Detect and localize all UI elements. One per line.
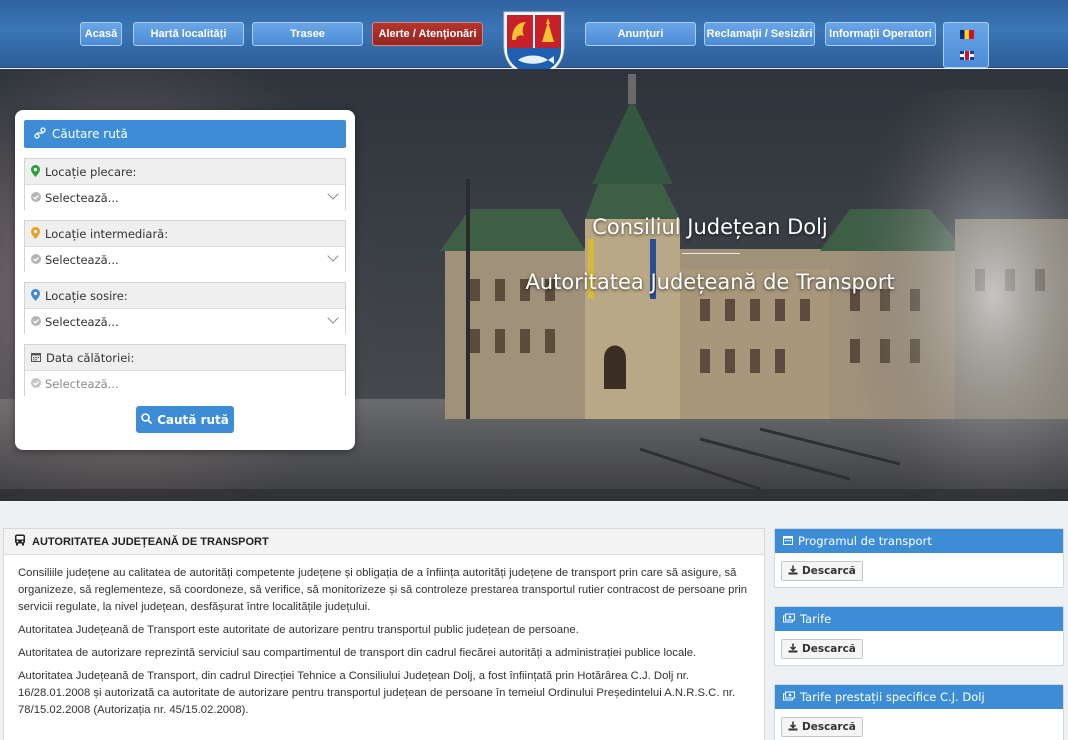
travel-date-label: Data călătoriei: xyxy=(46,350,135,365)
intermediate-value: Selectează... xyxy=(45,252,119,267)
download-tariffs-label: Descarcă xyxy=(802,643,856,655)
main-info-header: AUTORITATEA JUDEȚEANĂ DE TRANSPORT xyxy=(4,529,764,555)
info-paragraph: Autoritatea de autorizare reprezintă ser… xyxy=(18,647,697,659)
specific-tariffs-header: Tarife prestații specifice C.J. Dolj xyxy=(775,685,1063,709)
travel-date-label-row: Data călătoriei: xyxy=(25,345,345,371)
check-circle-icon xyxy=(31,315,41,328)
search-route-label: Caută rută xyxy=(157,412,229,427)
nav-alerte[interactable]: Alerte / Atenționări xyxy=(372,22,483,46)
info-paragraph: Autoritatea Județeană de Transport, din … xyxy=(18,670,736,716)
info-paragraph: Consiliile județene au calitatea de auto… xyxy=(18,567,748,613)
check-circle-icon xyxy=(31,253,41,266)
travel-date-value: Selectează... xyxy=(45,376,119,391)
calendar-icon xyxy=(783,535,793,547)
download-tariffs-button[interactable]: Descarcă xyxy=(781,639,863,659)
bus-icon xyxy=(14,534,26,549)
intermediate-field: Locație intermediară: Selectează... xyxy=(24,220,346,272)
main-info-title: AUTORITATEA JUDEȚEANĂ DE TRANSPORT xyxy=(32,535,269,548)
specific-tariffs-panel: Tarife prestații specifice C.J. Dolj Des… xyxy=(774,684,1064,740)
route-search-header: Căutare rută xyxy=(24,120,346,148)
main-info-body: Consiliile județene au calitatea de auto… xyxy=(4,555,764,735)
download-schedule-button[interactable]: Descarcă xyxy=(781,561,863,581)
main-info-panel: AUTORITATEA JUDEȚEANĂ DE TRANSPORT Consi… xyxy=(3,528,765,740)
hero-divider xyxy=(682,253,740,254)
intermediate-select[interactable]: Selectează... xyxy=(25,247,345,272)
tariffs-title: Tarife xyxy=(800,612,832,626)
romanian-flag-icon[interactable] xyxy=(960,30,974,39)
map-marker-yellow-icon xyxy=(31,226,40,241)
download-schedule-label: Descarcă xyxy=(802,565,856,577)
arrival-select[interactable]: Selectează... xyxy=(25,309,345,334)
nav-anunturi[interactable]: Anunțuri xyxy=(585,22,696,46)
map-marker-blue-icon xyxy=(31,288,40,303)
download-icon xyxy=(788,721,798,733)
transport-schedule-header: Programul de transport xyxy=(775,529,1063,553)
tariffs-panel: Tarife Descarcă xyxy=(774,606,1064,666)
intermediate-label: Locație intermediară: xyxy=(45,226,169,241)
nav-informatii-operatori[interactable]: Informații Operatori xyxy=(825,22,936,46)
departure-field: Locație plecare: Selectează... xyxy=(24,158,346,210)
specific-tariffs-title: Tarife prestații specifice C.J. Dolj xyxy=(800,690,985,704)
hero-subtitle: Autoritatea Județeană de Transport xyxy=(525,270,895,294)
chevron-down-icon xyxy=(327,188,339,200)
route-search-title: Căutare rută xyxy=(52,127,128,141)
nav-acasa[interactable]: Acasă xyxy=(80,22,122,46)
transport-schedule-panel: Programul de transport Descarcă xyxy=(774,528,1064,588)
download-icon xyxy=(788,643,798,655)
english-flag-icon[interactable] xyxy=(960,51,974,60)
intermediate-label-row: Locație intermediară: xyxy=(25,221,345,247)
download-specific-tariffs-label: Descarcă xyxy=(802,721,856,733)
calendar-icon xyxy=(31,352,41,364)
route-search-card: Căutare rută Locație plecare: Selectează… xyxy=(15,110,355,450)
nav-reclamatii[interactable]: Reclamații / Sesizări xyxy=(704,22,815,46)
travel-date-input[interactable]: Selectează... xyxy=(25,371,345,396)
chevron-down-icon xyxy=(327,312,339,324)
departure-value: Selectează... xyxy=(45,190,119,205)
arrival-label-row: Locație sosire: xyxy=(25,283,345,309)
nav-harta-localitati[interactable]: Hartă localități xyxy=(133,22,244,46)
nav-trasee[interactable]: Trasee xyxy=(252,22,363,46)
tariffs-header: Tarife xyxy=(775,607,1063,631)
money-icon xyxy=(783,691,795,703)
hero-title: Consiliul Județean Dolj xyxy=(592,215,828,239)
route-icon xyxy=(34,127,46,141)
search-icon xyxy=(141,413,153,426)
check-circle-icon xyxy=(31,377,41,390)
search-route-button[interactable]: Caută rută xyxy=(136,406,234,433)
departure-label-row: Locație plecare: xyxy=(25,159,345,185)
map-marker-green-icon xyxy=(31,164,40,179)
check-circle-icon xyxy=(31,191,41,204)
departure-label: Locație plecare: xyxy=(45,164,137,179)
chevron-down-icon xyxy=(327,250,339,262)
language-switcher xyxy=(943,22,989,68)
info-paragraph: Autoritatea Județeană de Transport este … xyxy=(18,624,579,636)
travel-date-field: Data călătoriei: Selectează... xyxy=(24,344,346,396)
download-icon xyxy=(788,565,798,577)
arrival-label: Locație sosire: xyxy=(45,288,128,303)
arrival-value: Selectează... xyxy=(45,314,119,329)
download-specific-tariffs-button[interactable]: Descarcă xyxy=(781,717,863,737)
arrival-field: Locație sosire: Selectează... xyxy=(24,282,346,334)
departure-select[interactable]: Selectează... xyxy=(25,185,345,210)
money-icon xyxy=(783,613,795,625)
transport-schedule-title: Programul de transport xyxy=(798,534,932,548)
